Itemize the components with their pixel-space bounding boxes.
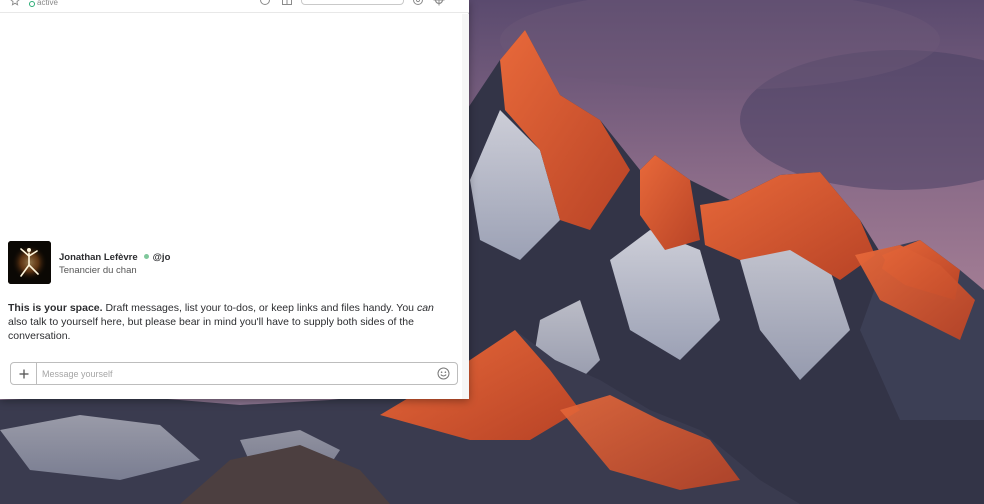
user-name-row: Jonathan Lefèvre @jo xyxy=(59,252,170,263)
chat-window: active Jonathan Lefèvre @jo Tenancier du… xyxy=(0,0,469,399)
presence-indicator-icon xyxy=(29,1,35,7)
user-handle: @jo xyxy=(152,252,171,263)
settings-icon[interactable] xyxy=(433,0,445,6)
space-description: This is your space. Draft messages, list… xyxy=(8,301,453,343)
scrollbar[interactable] xyxy=(462,14,469,399)
user-title: Tenancier du chan xyxy=(59,265,137,276)
space-description-text-1: Draft messages, list your to-dos, or kee… xyxy=(102,302,417,314)
info-icon[interactable] xyxy=(259,0,271,6)
space-description-bold: This is your space. xyxy=(8,302,103,314)
message-input[interactable] xyxy=(38,363,428,384)
jumpman-logo-icon xyxy=(8,241,51,284)
status-text: active xyxy=(37,0,58,7)
star-icon[interactable] xyxy=(10,0,20,6)
mention-icon[interactable] xyxy=(412,0,424,6)
sidebar-icon[interactable] xyxy=(281,0,293,6)
search-input[interactable] xyxy=(301,0,404,5)
emoji-icon[interactable] xyxy=(437,367,450,380)
plus-icon[interactable] xyxy=(11,363,37,384)
user-name[interactable]: Jonathan Lefèvre xyxy=(59,252,138,263)
channel-header: active xyxy=(0,0,469,13)
message-composer xyxy=(10,362,458,385)
presence-dot-icon xyxy=(143,254,149,260)
avatar[interactable] xyxy=(8,241,51,284)
space-description-emphasis: can xyxy=(416,302,434,314)
space-description-text-2: also talk to yourself here, but please b… xyxy=(8,316,414,342)
